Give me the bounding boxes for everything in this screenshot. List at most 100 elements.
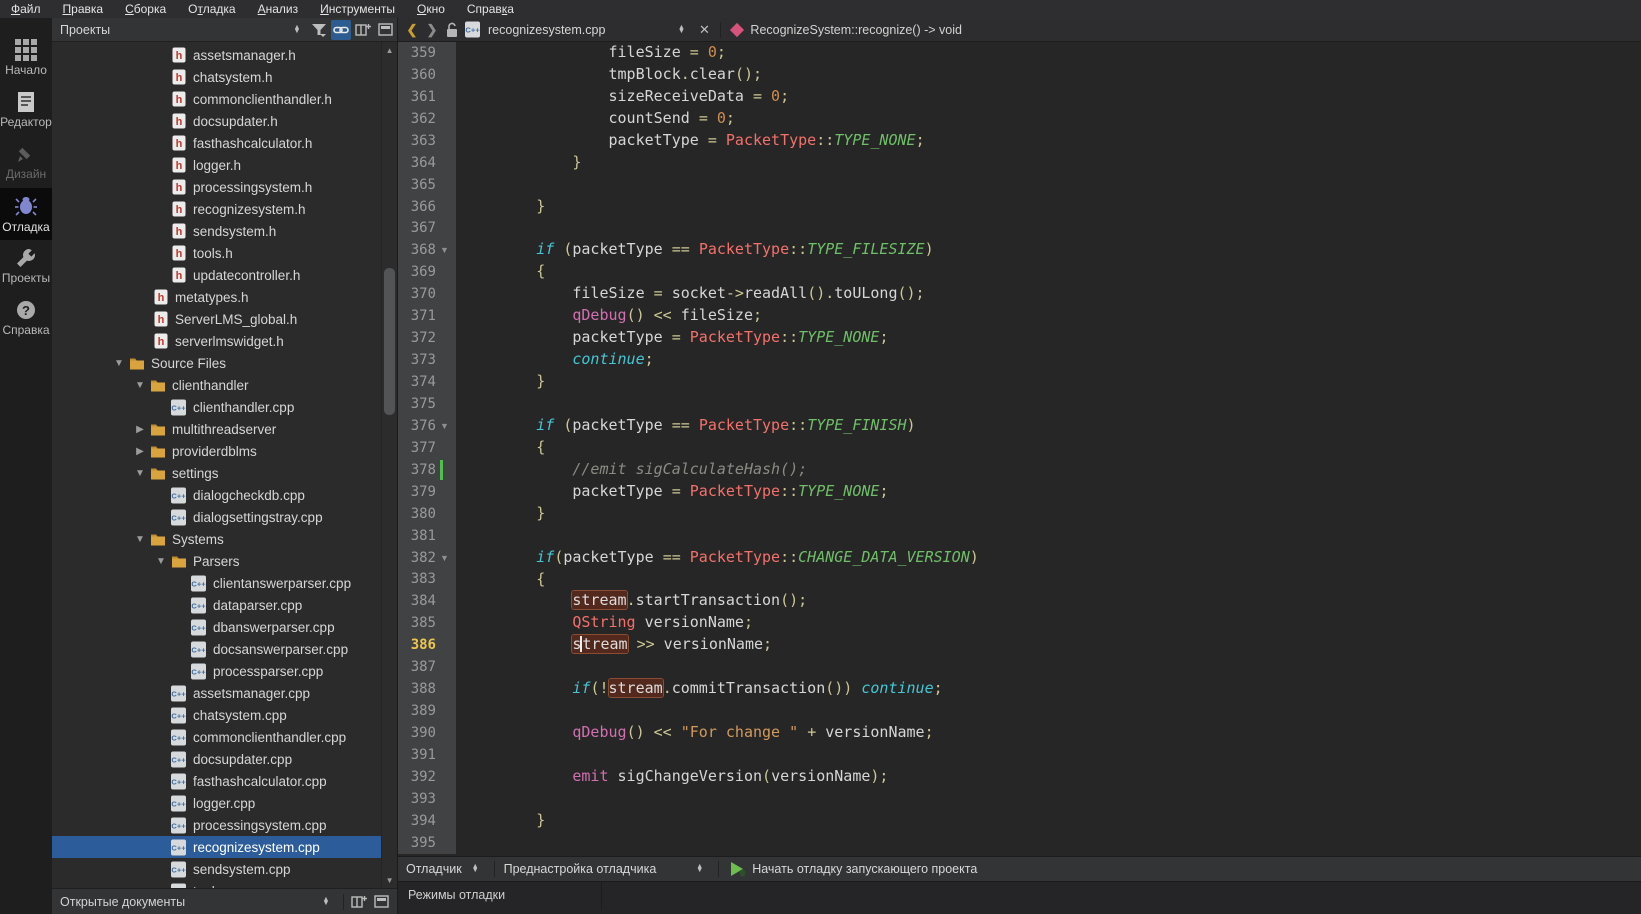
tree-item-sendsystem-h[interactable]: hsendsystem.h: [52, 220, 381, 242]
split-pane-button[interactable]: [349, 892, 369, 912]
tree-scrollbar[interactable]: ▲ ▼: [381, 42, 397, 888]
tree-item-docsanswerparser-cpp[interactable]: C++docsanswerparser.cpp: [52, 638, 381, 660]
close-pane-button[interactable]: [375, 20, 395, 40]
tree-item-chatsystem-cpp[interactable]: C++chatsystem.cpp: [52, 704, 381, 726]
start-debug-icon[interactable]: [728, 861, 748, 877]
chevron-down-icon[interactable]: ▼: [131, 468, 149, 479]
filter-button[interactable]: [309, 20, 329, 40]
menu-инструменты[interactable]: Инструменты: [309, 0, 406, 18]
close-pane-button[interactable]: [371, 892, 391, 912]
tree-item-dialogcheckdb-cpp[interactable]: C++dialogcheckdb.cpp: [52, 484, 381, 506]
menu-окно[interactable]: Окно: [406, 0, 456, 18]
code-line-389[interactable]: 389: [398, 700, 1641, 722]
tree-item-source-files[interactable]: ▼Source Files: [52, 352, 381, 374]
code-line-383[interactable]: 383 {: [398, 569, 1641, 591]
tree-item-clienthandler-cpp[interactable]: C++clienthandler.cpp: [52, 396, 381, 418]
code-line-381[interactable]: 381: [398, 525, 1641, 547]
tree-item-assetsmanager-cpp[interactable]: C++assetsmanager.cpp: [52, 682, 381, 704]
menu-справка[interactable]: Справка: [456, 0, 525, 18]
chevron-down-icon[interactable]: ▼: [131, 534, 149, 545]
code-line-380[interactable]: 380 }: [398, 503, 1641, 525]
code-line-365[interactable]: 365: [398, 174, 1641, 196]
docs-combo-button[interactable]: ▲▼: [316, 892, 336, 912]
close-document-button[interactable]: ✕: [693, 22, 715, 38]
tree-item-sendsystem-cpp[interactable]: C++sendsystem.cpp: [52, 858, 381, 880]
tree-item-serverlmswidget-h[interactable]: hserverlmswidget.h: [52, 330, 381, 352]
menu-анализ[interactable]: Анализ: [247, 0, 310, 18]
code-line-391[interactable]: 391: [398, 744, 1641, 766]
tree-item-clienthandler[interactable]: ▼clienthandler: [52, 374, 381, 396]
tree-item-parsers[interactable]: ▼Parsers: [52, 550, 381, 572]
code-line-374[interactable]: 374 }: [398, 371, 1641, 393]
fold-marker-icon[interactable]: ▼: [440, 553, 449, 563]
mode-проекты[interactable]: Проекты: [0, 240, 52, 292]
code-line-392[interactable]: 392 emit sigChangeVersion(versionName);: [398, 766, 1641, 788]
tree-item-recognizesystem-cpp[interactable]: C++recognizesystem.cpp: [52, 836, 381, 858]
tree-item-dbanswerparser-cpp[interactable]: C++dbanswerparser.cpp: [52, 616, 381, 638]
code-line-373[interactable]: 373 continue;: [398, 349, 1641, 371]
tree-item-recognizesystem-h[interactable]: hrecognizesystem.h: [52, 198, 381, 220]
code-line-376[interactable]: 376▼ if (packetType == PacketType::TYPE_…: [398, 415, 1641, 437]
document-combo-button[interactable]: ▲▼: [671, 20, 691, 40]
tree-item-dataparser-cpp[interactable]: C++dataparser.cpp: [52, 594, 381, 616]
scrollbar-thumb[interactable]: [384, 268, 395, 415]
code-line-364[interactable]: 364 }: [398, 152, 1641, 174]
chevron-right-icon[interactable]: ▶: [131, 424, 149, 435]
pane-combo-button[interactable]: ▲▼: [287, 20, 307, 40]
code-line-369[interactable]: 369 {: [398, 261, 1641, 283]
tree-item-logger-cpp[interactable]: C++logger.cpp: [52, 792, 381, 814]
current-symbol[interactable]: RecognizeSystem::recognize() -> void: [750, 23, 962, 37]
tree-item-commonclienthandler-cpp[interactable]: C++commonclienthandler.cpp: [52, 726, 381, 748]
tree-item-chatsystem-h[interactable]: hchatsystem.h: [52, 66, 381, 88]
tree-item-systems[interactable]: ▼Systems: [52, 528, 381, 550]
split-pane-button[interactable]: [353, 20, 373, 40]
fold-marker-icon[interactable]: ▼: [440, 245, 449, 255]
menu-сборка[interactable]: Сборка: [114, 0, 177, 18]
menu-файл[interactable]: Файл: [0, 0, 52, 18]
open-file-name[interactable]: recognizesystem.cpp: [488, 23, 605, 37]
code-line-393[interactable]: 393: [398, 788, 1641, 810]
tree-item-processingsystem-h[interactable]: hprocessingsystem.h: [52, 176, 381, 198]
code-line-382[interactable]: 382▼ if(packetType == PacketType::CHANGE…: [398, 547, 1641, 569]
start-debug-label[interactable]: Начать отладку запускающего проекта: [752, 862, 977, 876]
go-forward-button[interactable]: ❯: [422, 22, 442, 38]
mode-редактор[interactable]: Редактор: [0, 84, 52, 136]
scroll-down-icon[interactable]: ▼: [382, 873, 397, 887]
tree-item-tools-cpp[interactable]: C++tools.cpp: [52, 880, 381, 888]
code-line-385[interactable]: 385 QString versionName;: [398, 612, 1641, 634]
tree-item-processingsystem-cpp[interactable]: C++processingsystem.cpp: [52, 814, 381, 836]
code-line-363[interactable]: 363 packetType = PacketType::TYPE_NONE;: [398, 130, 1641, 152]
fold-marker-icon[interactable]: ▼: [440, 421, 449, 431]
code-line-378[interactable]: 378 //emit sigCalculateHash();: [398, 459, 1641, 481]
code-line-368[interactable]: 368▼ if (packetType == PacketType::TYPE_…: [398, 239, 1641, 261]
tree-item-logger-h[interactable]: hlogger.h: [52, 154, 381, 176]
code-line-367[interactable]: 367: [398, 218, 1641, 240]
code-line-395[interactable]: 395: [398, 832, 1641, 854]
code-line-377[interactable]: 377 {: [398, 437, 1641, 459]
code-line-394[interactable]: 394 }: [398, 810, 1641, 832]
code-line-370[interactable]: 370 fileSize = socket->readAll().toULong…: [398, 283, 1641, 305]
code-line-361[interactable]: 361 sizeReceiveData = 0;: [398, 86, 1641, 108]
menu-правка[interactable]: Правка: [52, 0, 115, 18]
code-line-387[interactable]: 387: [398, 656, 1641, 678]
code-line-366[interactable]: 366 }: [398, 196, 1641, 218]
code-line-390[interactable]: 390 qDebug() << "For change " + versionN…: [398, 722, 1641, 744]
tree-item-updatecontroller-h[interactable]: hupdatecontroller.h: [52, 264, 381, 286]
tree-item-dialogsettingstray-cpp[interactable]: C++dialogsettingstray.cpp: [52, 506, 381, 528]
code-line-386[interactable]: 386 stream >> versionName;: [398, 634, 1641, 656]
tree-item-fasthashcalculator-cpp[interactable]: C++fasthashcalculator.cpp: [52, 770, 381, 792]
debugger-preset-combo-label[interactable]: Преднастройка отладчика: [504, 862, 657, 876]
tree-item-tools-h[interactable]: htools.h: [52, 242, 381, 264]
code-line-384[interactable]: 384 stream.startTransaction();: [398, 590, 1641, 612]
code-line-371[interactable]: 371 qDebug() << fileSize;: [398, 305, 1641, 327]
tree-item-multithreadserver[interactable]: ▶multithreadserver: [52, 418, 381, 440]
chevron-down-icon[interactable]: ▼: [131, 380, 149, 391]
tree-item-providerdblms[interactable]: ▶providerdblms: [52, 440, 381, 462]
code-line-360[interactable]: 360 tmpBlock.clear();: [398, 64, 1641, 86]
go-back-button[interactable]: ❮: [402, 22, 422, 38]
mode-справка[interactable]: ?Справка: [0, 292, 52, 344]
sync-with-editor-button[interactable]: [331, 20, 351, 40]
scroll-up-icon[interactable]: ▲: [382, 43, 397, 57]
code-line-359[interactable]: 359 fileSize = 0;: [398, 42, 1641, 64]
code-line-362[interactable]: 362 countSend = 0;: [398, 108, 1641, 130]
